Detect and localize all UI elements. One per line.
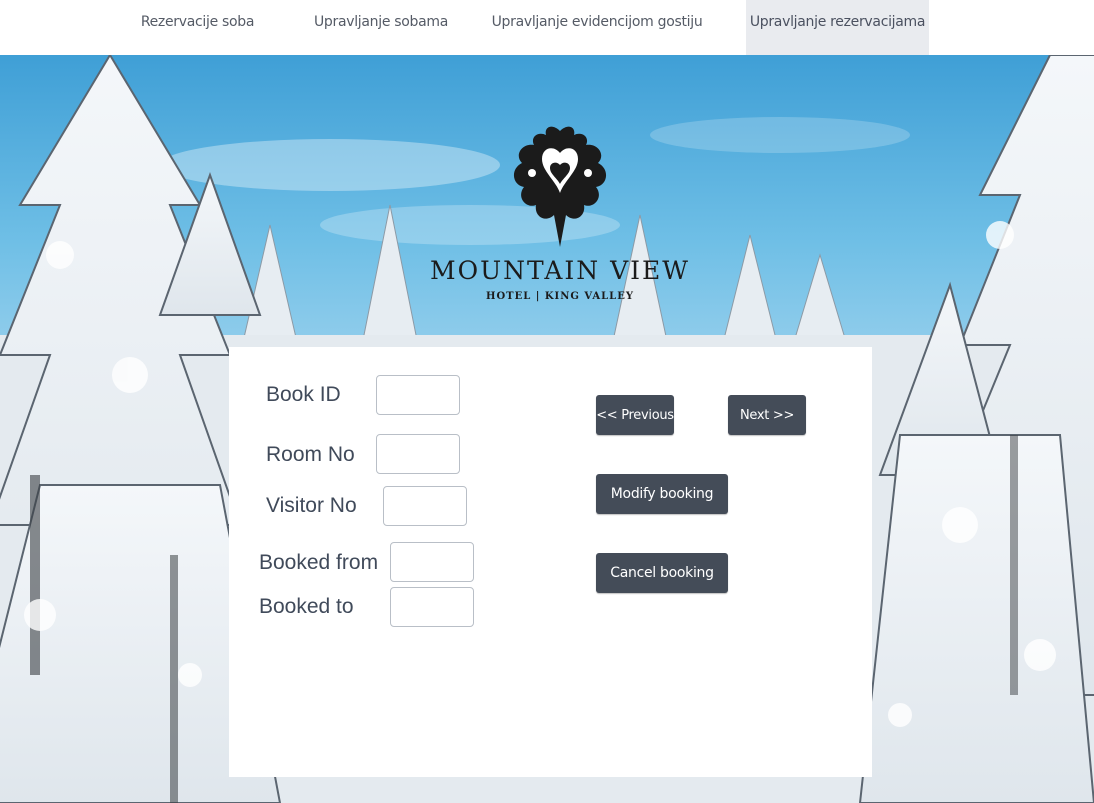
book-id-label: Book ID — [266, 383, 341, 406]
booked-from-label: Booked from — [259, 551, 379, 574]
top-navigation: Rezervacije soba Upravljanje sobama Upra… — [0, 0, 1094, 55]
hotel-name: MOUNTAIN VIEW — [430, 256, 690, 285]
room-no-label: Room No — [266, 443, 355, 466]
nav-item-guest-records[interactable]: Upravljanje evidencijom gostiju — [488, 0, 706, 55]
hotel-logo: MOUNTAIN VIEW HOTEL | KING VALLEY — [420, 123, 700, 323]
booked-from-input[interactable] — [390, 542, 474, 582]
booking-form-panel: Book ID Room No Visitor No Booked from B… — [229, 347, 872, 777]
nav-item-room-management[interactable]: Upravljanje sobama — [305, 0, 457, 55]
modify-booking-button[interactable]: Modify booking — [596, 474, 728, 514]
visitor-no-label: Visitor No — [266, 494, 357, 517]
previous-button[interactable]: << Previous — [596, 395, 674, 435]
ornamental-heart-emblem-icon — [513, 126, 607, 247]
hotel-subtitle: HOTEL | KING VALLEY — [486, 291, 634, 302]
booked-to-label: Booked to — [259, 595, 354, 618]
book-id-input[interactable] — [376, 375, 460, 415]
next-button[interactable]: Next >> — [728, 395, 806, 435]
nav-item-room-reservations[interactable]: Rezervacije soba — [130, 0, 265, 55]
visitor-no-input[interactable] — [383, 486, 467, 526]
room-no-input[interactable] — [376, 434, 460, 474]
cancel-booking-button[interactable]: Cancel booking — [596, 553, 728, 593]
nav-item-reservation-management[interactable]: Upravljanje rezervacijama — [746, 0, 929, 55]
booked-to-input[interactable] — [390, 587, 474, 627]
